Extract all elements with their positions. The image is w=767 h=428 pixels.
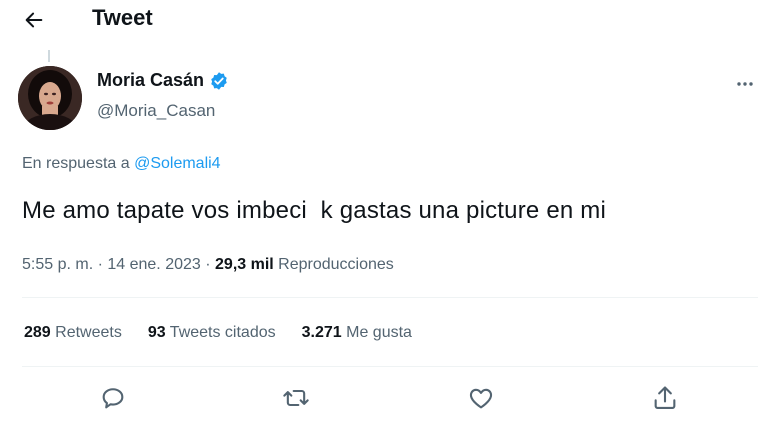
likes-label: Me gusta <box>341 324 412 341</box>
retweets-label: Retweets <box>50 324 122 341</box>
reply-context: En respuesta a @Solemali4 <box>22 155 221 173</box>
tweet-stats: 289 Retweets 93 Tweets citados 3.271 Me … <box>24 324 438 342</box>
arrow-left-icon[interactable] <box>22 9 46 31</box>
tweet-timestamp[interactable]: 5:55 p. m. · 14 ene. 2023 · <box>22 256 215 273</box>
quotes-label: Tweets citados <box>165 324 276 341</box>
thread-connector <box>48 50 50 62</box>
share-icon[interactable] <box>651 384 679 412</box>
reply-icon[interactable] <box>99 384 127 412</box>
retweet-icon[interactable] <box>282 384 310 412</box>
likes-stat[interactable]: 3.271 Me gusta <box>302 324 412 342</box>
author-name[interactable]: Moria Casán <box>97 70 204 91</box>
views-label: Reproducciones <box>273 256 394 273</box>
tweet-text: Me amo tapate vos imbeci k gastas una pi… <box>22 197 607 224</box>
avatar[interactable] <box>18 66 82 130</box>
top-bar: Tweet <box>0 0 767 40</box>
heart-icon[interactable] <box>467 384 495 412</box>
action-bar <box>0 380 767 416</box>
reply-prefix: En respuesta a <box>22 155 135 172</box>
tweet-meta: 5:55 p. m. · 14 ene. 2023 · 29,3 mil Rep… <box>22 256 394 274</box>
verified-badge-icon <box>211 71 227 90</box>
retweets-count: 289 <box>24 324 51 341</box>
author-handle[interactable]: @Moria_Casan <box>97 101 215 121</box>
avatar-image <box>18 66 82 130</box>
page-title: Tweet <box>92 5 153 30</box>
author-name-row: Moria Casán <box>97 70 229 91</box>
reply-mention-link[interactable]: @Solemali4 <box>134 155 221 172</box>
views-count: 29,3 mil <box>215 256 274 273</box>
divider <box>22 297 758 298</box>
divider <box>22 366 758 367</box>
retweets-stat[interactable]: 289 Retweets <box>24 324 122 342</box>
more-horizontal-icon[interactable] <box>735 76 755 92</box>
quotes-count: 93 <box>147 324 166 341</box>
likes-count: 3.271 <box>301 324 342 341</box>
quotes-stat[interactable]: 93 Tweets citados <box>148 324 276 342</box>
